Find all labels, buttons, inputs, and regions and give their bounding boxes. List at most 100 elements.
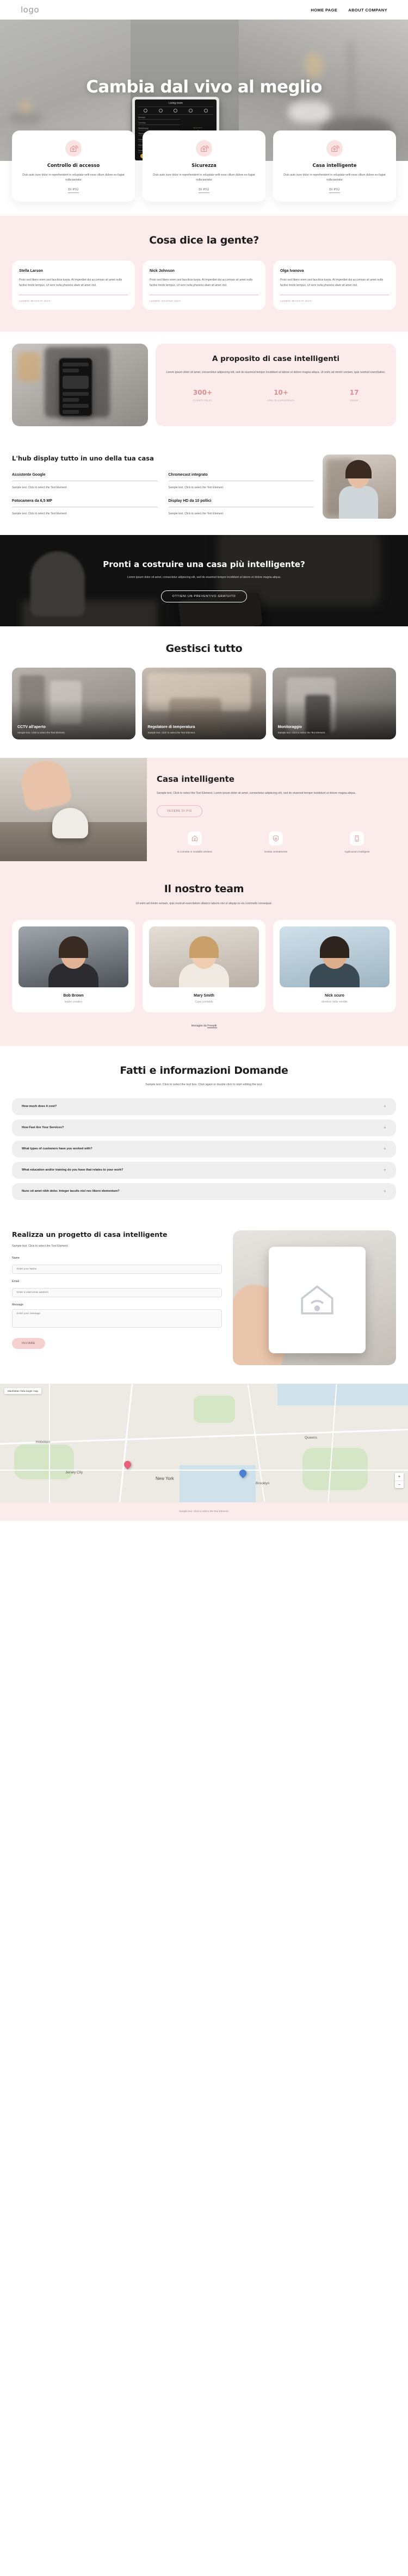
testimonial-text: Proin sed libero enim sed faucibus turpi… (280, 278, 384, 287)
hub-item-title: Display HD da 10 pollici (168, 499, 212, 503)
team-member-card: Mary Smith Capo contabile (143, 919, 265, 1012)
smart-home-wifi-icon (326, 140, 343, 157)
smart-home-more-button[interactable]: VEDERE DI PIÙ (157, 805, 202, 817)
stat-item: 10+ ANNI DI ESPERIENZA (267, 389, 294, 402)
map-zoom-controls[interactable]: + − (395, 1472, 404, 1488)
faq-subtitle: Sample text. Click to select the text bo… (145, 1082, 263, 1086)
plus-icon[interactable]: + (384, 1167, 386, 1173)
smart-home-section: Casa intelligente Sample text. Click to … (0, 758, 408, 878)
manage-card-subtitle: Sample text. Click to select the Text El… (147, 731, 196, 735)
email-field[interactable] (12, 1288, 222, 1298)
hub-item-title: Chromecast integrato (168, 472, 208, 477)
map-section[interactable]: New York Hoboken Jersey City Brooklyn Qu… (0, 1383, 408, 1502)
message-label: Message (12, 1303, 24, 1307)
faq-item[interactable]: Nunc sit amet nibh dolor. Integer iaculi… (12, 1183, 396, 1200)
freepik-link[interactable]: Freepik (207, 1024, 217, 1028)
message-field[interactable] (12, 1309, 222, 1328)
team-text: Ut enim ad minim veniam, quis nostrud ex… (135, 902, 273, 906)
faq-question: How much does it cost? (22, 1105, 57, 1109)
main-nav: HOME PAGE ABOUT COMPANY (311, 8, 387, 13)
hub-image (323, 455, 396, 519)
hub-item-text: Sample text. Click to select the Text El… (12, 486, 67, 489)
faq-question: How Fast Are Your Services? (22, 1126, 64, 1130)
about-card: A proposito di case intelligenti Lorem i… (156, 344, 396, 427)
contact-form: Name Email Message INVIARE (12, 1256, 222, 1349)
avatar (18, 926, 128, 987)
bulb-icon[interactable] (144, 109, 148, 113)
stat-label: CLIENTI FELICI (193, 399, 213, 402)
manage-card[interactable]: Regolatore di temperatura Sample text. C… (142, 668, 266, 740)
site-header: logo HOME PAGE ABOUT COMPANY (0, 0, 408, 20)
fan-icon[interactable] (174, 109, 178, 113)
nav-item-about[interactable]: ABOUT COMPANY (348, 8, 387, 13)
testimonial-card: Olga Ivanova Proin sed libero enim sed f… (273, 260, 396, 310)
hub-item-title: Assistente Google (12, 472, 46, 477)
thermostat-icon[interactable] (158, 109, 163, 113)
smart-feature: Gestita centralmente (238, 831, 313, 854)
feature-more-link[interactable]: DI PIÙ (68, 188, 79, 194)
testimonial-name: Stella Larson (19, 269, 43, 273)
faq-item[interactable]: What types of customers have you worked … (12, 1140, 396, 1158)
map-label: Hoboken (36, 1440, 51, 1444)
faq-item[interactable]: What education and/or training do you ha… (12, 1161, 396, 1179)
about-stats: 300+ CLIENTI FELICI 10+ ANNI DI ESPERIEN… (165, 389, 386, 402)
site-logo[interactable]: logo (21, 5, 39, 15)
faq-question: Nunc sit amet nibh dolor. Integer iaculi… (22, 1190, 120, 1193)
map-label: Brooklyn (256, 1481, 270, 1485)
contact-title: Realizza un progetto di casa intelligent… (12, 1230, 168, 1239)
plus-icon[interactable]: + (384, 1146, 386, 1152)
nav-item-home[interactable]: HOME PAGE (311, 8, 337, 13)
plus-icon[interactable]: + (384, 1125, 386, 1130)
manage-card-title: Monitoraggio (277, 725, 302, 730)
name-label: Name (12, 1256, 20, 1260)
smart-home-text: Sample text. Click to select the Text El… (157, 792, 356, 795)
feature-card[interactable]: Controllo di accesso Duis aute irure dol… (12, 130, 135, 202)
feature-card[interactable]: Sicurezza Duis aute irure dolor in repre… (143, 130, 265, 202)
manage-card-title: Regolatore di temperatura (147, 725, 195, 730)
manage-card-subtitle: Sample text. Click to select the Text El… (277, 731, 326, 735)
zoom-in-button[interactable]: + (395, 1473, 404, 1480)
feature-more-link[interactable]: DI PIÙ (199, 188, 209, 194)
manage-card-title: CCTV all'aperto (17, 725, 46, 730)
team-title: Il nostro team (164, 883, 244, 895)
team-section: Il nostro team Ut enim ad minim veniam, … (0, 878, 408, 1046)
stat-label: ANNI DI ESPERIENZA (267, 399, 295, 402)
settings-icon[interactable] (189, 109, 193, 113)
faq-item[interactable]: How Fast Are Your Services? + (12, 1119, 396, 1136)
home-wifi-icon (187, 831, 202, 845)
hub-item: Assistente Google Sample text. Click to … (12, 473, 158, 490)
cta-quote-button[interactable]: OTTIENI UN PREVENTIVO GRATUITO (160, 590, 248, 602)
manage-card[interactable]: CCTV all'aperto Sample text. Click to se… (12, 668, 136, 740)
power-icon[interactable] (203, 109, 208, 113)
zoom-out-button[interactable]: − (395, 1480, 404, 1488)
testimonial-card: Stella Larson Proin sed libero enim sed … (12, 260, 135, 310)
hub-item: Fotocamera da 6,5 MP Sample text. Click … (12, 499, 158, 517)
plus-icon[interactable]: + (384, 1104, 386, 1109)
name-field[interactable] (12, 1265, 222, 1274)
map-city-label: New York (156, 1476, 174, 1481)
plus-icon[interactable]: + (384, 1189, 386, 1194)
feature-more-link[interactable]: DI PIÙ (329, 188, 340, 194)
feature-card[interactable]: Casa intelligente Duis aute irure dolor … (273, 130, 396, 202)
stat-item: 300+ CLIENTI FELICI (193, 389, 213, 402)
landing-page: logo HOME PAGE ABOUT COMPANY Living room (0, 0, 408, 1521)
smart-feature: Applicazioni intelligenti (319, 831, 395, 854)
mobile-app-icon (350, 831, 364, 845)
about-text: Lorem ipsum dolor sit amet, consectetur … (166, 371, 386, 375)
stat-value: 17 (349, 388, 359, 396)
hub-title: L'hub display tutto in uno della tua cas… (12, 455, 154, 463)
contact-subtitle: Sample text. Click to select the Text El… (12, 1245, 69, 1248)
panel-room-label: Living room (169, 102, 183, 105)
avatar (149, 926, 259, 987)
faq-section: Fatti e informazioni Domande Sample text… (0, 1046, 408, 1216)
team-member-name: Mary Smith (194, 993, 214, 998)
manage-card[interactable]: Monitoraggio Sample text. Click to selec… (272, 668, 396, 740)
manage-card-subtitle: Sample text. Click to select the Text El… (17, 731, 65, 735)
submit-button[interactable]: INVIARE (12, 1338, 45, 1349)
cta-section: Pronti a costruire una casa più intellig… (0, 535, 408, 627)
faq-item[interactable]: How much does it cost? + (12, 1098, 396, 1115)
map-area-badge[interactable]: Manhattan View larger map (4, 1387, 42, 1394)
hub-item: Display HD da 10 pollici Sample text. Cl… (168, 499, 314, 517)
smart-home-image (0, 758, 147, 862)
smartphone-mockup (59, 358, 92, 417)
